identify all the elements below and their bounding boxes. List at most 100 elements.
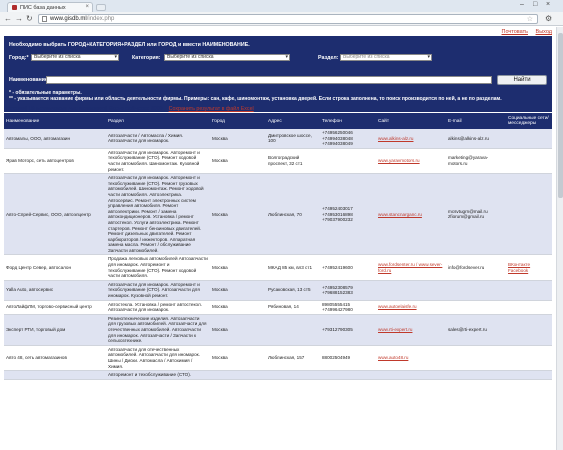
- cell-social: [506, 345, 552, 372]
- cell-name: Автомалы, ООО, автомагазин: [4, 129, 106, 149]
- close-tab-icon[interactable]: ×: [85, 4, 89, 10]
- cell-address: [266, 314, 320, 346]
- cell-site: www.rti-expert.ru: [376, 314, 446, 346]
- cell-social: ВКонтакте Facebook: [506, 254, 552, 281]
- url-path: /index.php: [86, 16, 115, 22]
- col-section[interactable]: Раздел: [106, 113, 210, 129]
- city-label: Город:*: [9, 55, 29, 61]
- cell-name: Форд Центр Север, автосалон: [4, 254, 106, 281]
- cell-phone: [320, 148, 376, 175]
- cell-name: Эксперт РТИ, торговый дом: [4, 314, 106, 346]
- site-link[interactable]: www.alkins-alz.ru: [378, 136, 413, 141]
- results-table: Наименование Раздел Город Адрес Телефон …: [4, 113, 552, 380]
- site-link[interactable]: www.fordsenter.ru / www.sever-ford.ru: [378, 262, 442, 273]
- site-link[interactable]: www.stancnarganc.ru: [378, 212, 422, 217]
- minimize-icon[interactable]: –: [520, 1, 524, 8]
- wrench-menu-icon[interactable]: ⚙: [545, 14, 552, 23]
- table-row: Yalla Auto, автосервис Автозапчасти для и…: [4, 280, 552, 301]
- browser-tab[interactable]: ПИС база данных ×: [7, 2, 93, 12]
- cell-social: [506, 129, 552, 149]
- scroll-thumb[interactable]: [558, 33, 563, 198]
- browser-toolbar: ← → ↻ www.gisdb.ml/index.php ☆ ⚙: [0, 12, 563, 26]
- top-link-1[interactable]: Почтовать: [502, 29, 528, 35]
- cell-city: Москва: [210, 254, 266, 281]
- maximize-icon[interactable]: □: [533, 1, 537, 8]
- cell-phone: +74956250046 +74994038048 +74994038049: [320, 129, 376, 149]
- cell-address: МКАД 85 км, вл3 ст1: [266, 254, 320, 281]
- col-email[interactable]: E-mail: [446, 113, 506, 129]
- site-link[interactable]: www.rti-expert.ru: [378, 327, 412, 332]
- result-status: [Москва] [Автозапчасти для иномарок] Всего…: [4, 106, 254, 112]
- save-excel-link[interactable]: Сохранить результат в файл Excel: [169, 106, 254, 112]
- selected-category: [Автозапчасти для иномарок]: [28, 106, 107, 112]
- col-name[interactable]: Наименование: [4, 113, 106, 129]
- search-hint: Необходимо выбрать ГОРОД+КАТЕГОРИЯ+РАЗДЕ…: [9, 42, 250, 48]
- site-link[interactable]: www.auto48.ru: [378, 355, 408, 360]
- bookmark-star-icon[interactable]: ☆: [527, 15, 533, 23]
- social-link[interactable]: ВКонтакте Facebook: [508, 262, 530, 273]
- cell-email: [446, 300, 506, 315]
- name-input[interactable]: [46, 76, 492, 84]
- cell-city: [210, 370, 266, 380]
- cell-site: www.yaravmotors.ru: [376, 148, 446, 175]
- cell-address: Волгоградский проспект, 32 ст1: [266, 148, 320, 175]
- cell-email: alkins@alkins-alz.ru: [446, 129, 506, 149]
- find-button[interactable]: Найти: [497, 75, 547, 85]
- col-city[interactable]: Город: [210, 113, 266, 129]
- cell-email: info@fordsever.ru: [446, 254, 506, 281]
- close-window-icon[interactable]: ×: [546, 1, 550, 8]
- site-link[interactable]: www.autoelaisfe.ru: [378, 304, 417, 309]
- cell-section: Автостекла. Установка / ремонт автостеко…: [106, 300, 210, 315]
- address-bar[interactable]: www.gisdb.ml/index.php ☆: [38, 14, 538, 24]
- category-label: Категория:: [132, 55, 161, 61]
- city-select[interactable]: Выберите из списка: [31, 54, 119, 61]
- col-site[interactable]: Сайт: [376, 113, 446, 129]
- col-address[interactable]: Адрес: [266, 113, 320, 129]
- cell-social: [506, 280, 552, 301]
- cell-social: [506, 173, 552, 256]
- cell-site: [376, 280, 446, 301]
- cell-phone: 88002504949: [320, 345, 376, 372]
- cell-site: www.auto48.ru: [376, 345, 446, 372]
- table-row: Эксперт РТИ, торговый дом Резинотехническ…: [4, 314, 552, 346]
- logout-link[interactable]: Выход: [536, 29, 552, 35]
- cell-city: Москва: [210, 300, 266, 315]
- selected-city: [Москва]: [4, 106, 27, 112]
- cell-email: mcsvtugrn@mail.ru zfiorum@gmail.ru: [446, 173, 506, 256]
- cell-section: Автозапчасти для иномарок. Авторемонт и …: [106, 148, 210, 175]
- tab-title: ПИС база данных: [20, 4, 66, 11]
- table-row: Форд Центр Север, автосалон Продажа легко…: [4, 254, 552, 281]
- cell-site: www.autoelaisfe.ru: [376, 300, 446, 315]
- site-link[interactable]: www.yaravmotors.ru: [378, 158, 420, 163]
- back-icon[interactable]: ←: [4, 14, 12, 24]
- results-body: Автомалы, ООО, автомагазин Автозапчасти /…: [4, 129, 552, 380]
- cell-phone: +74952403017 +74953016898 +79037900232: [320, 173, 376, 256]
- top-links: Почтовать Выход: [496, 29, 552, 35]
- cell-email: marketing@yarava-motors.ru: [446, 148, 506, 175]
- cell-name: Авто-Спрей-Сервис, ООО, автоэлцентр: [4, 173, 106, 256]
- cell-social: [506, 300, 552, 315]
- table-row: Автомалы, ООО, автомагазин Автозапчасти /…: [4, 129, 552, 149]
- cell-site: [376, 370, 446, 380]
- cell-address: Дмитровское шоссе, 100: [266, 129, 320, 149]
- cell-site: www.alkins-alz.ru: [376, 129, 446, 149]
- forward-icon[interactable]: →: [15, 14, 23, 24]
- cell-phone: +74952308579 +79688152383: [320, 280, 376, 301]
- col-social[interactable]: Социальные сети/месседжеры: [506, 113, 552, 129]
- table-row: Ярав Моторс, сеть автоцентров Автозапчаст…: [4, 148, 552, 175]
- vertical-scrollbar[interactable]: [556, 27, 563, 450]
- section-label: Раздел:: [318, 55, 339, 61]
- new-tab-button[interactable]: [96, 4, 106, 11]
- page-icon: [42, 16, 47, 22]
- cell-site: www.fordsenter.ru / www.sever-ford.ru: [376, 254, 446, 281]
- col-phone[interactable]: Телефон: [320, 113, 376, 129]
- cell-phone: [320, 370, 376, 380]
- cell-email: [446, 370, 506, 380]
- table-header-row: Наименование Раздел Город Адрес Телефон …: [4, 113, 552, 129]
- section-select[interactable]: Выберите из списка: [340, 54, 432, 61]
- cell-email: sales@rti-expert.ru: [446, 314, 506, 346]
- category-select[interactable]: Выберите из списка: [164, 54, 290, 61]
- reload-icon[interactable]: ↻: [26, 14, 33, 24]
- tab-strip: ПИС база данных × – □ ×: [0, 0, 563, 12]
- cell-social: [506, 370, 552, 380]
